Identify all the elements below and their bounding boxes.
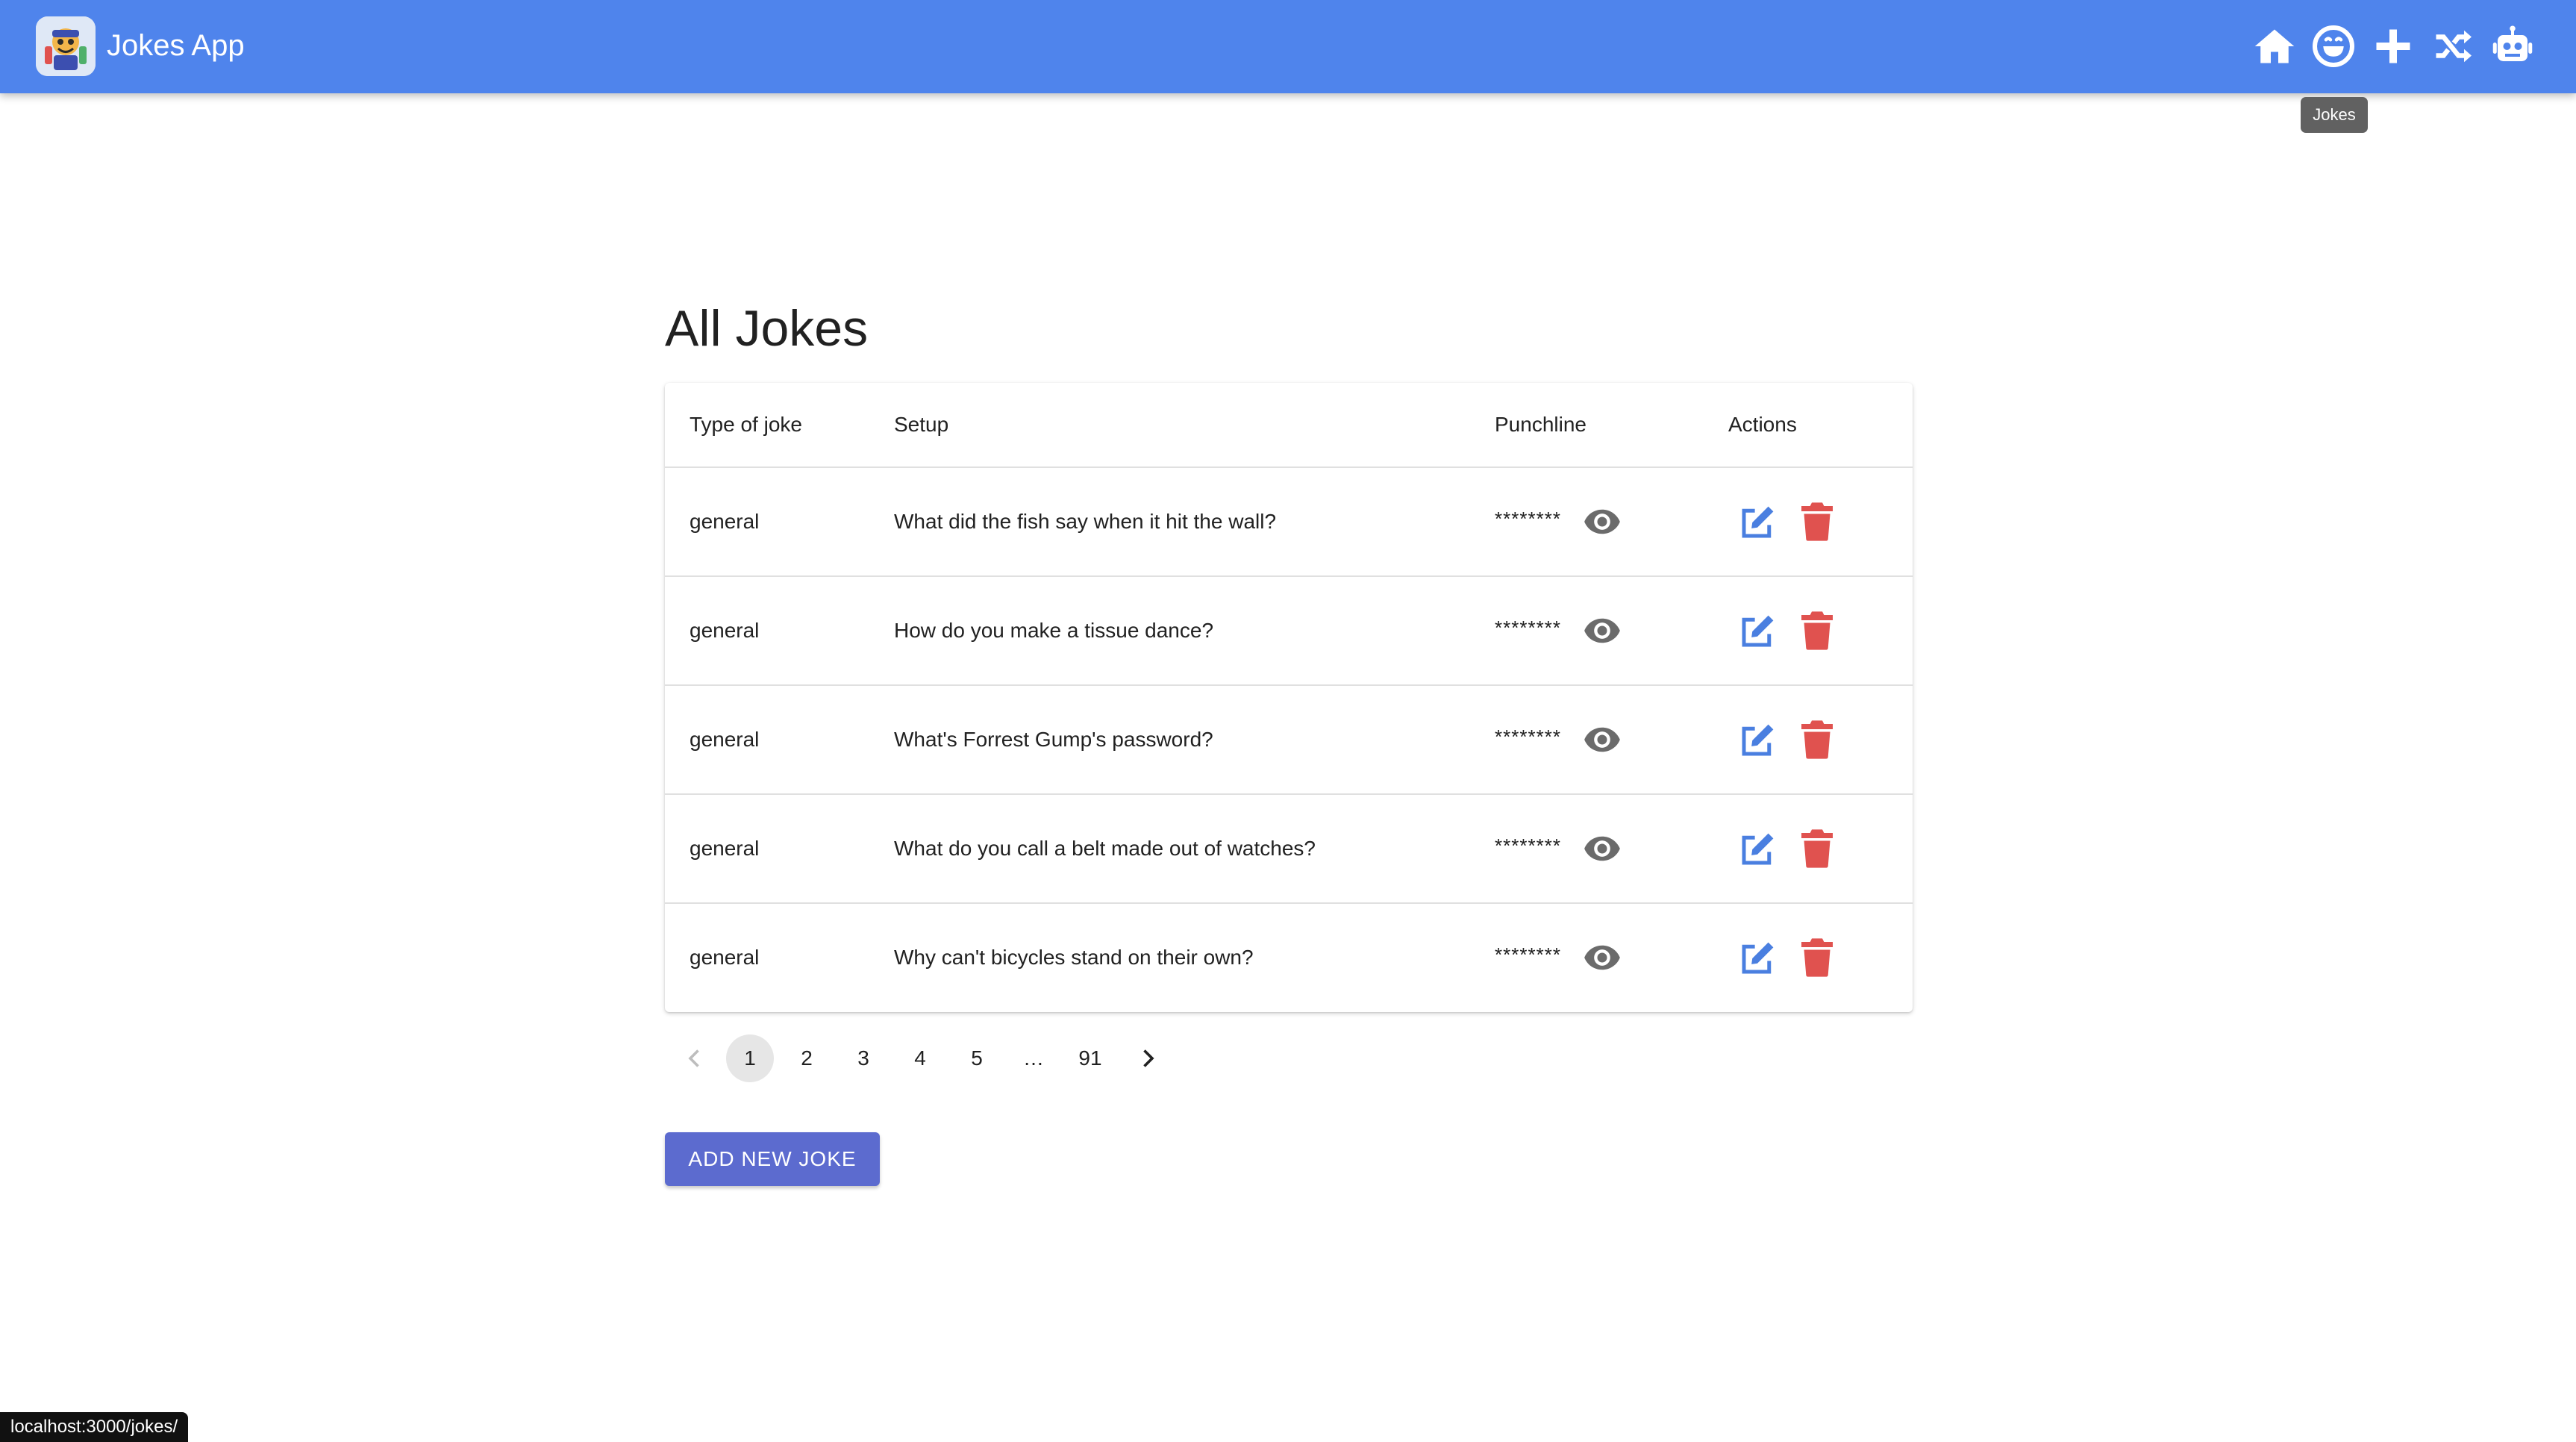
joke-setup: What do you call a belt made out of watc… xyxy=(894,837,1316,860)
joke-setup: What's Forrest Gump's password? xyxy=(894,728,1213,751)
logo-image xyxy=(36,16,96,76)
table-row: general What's Forrest Gump's password? … xyxy=(665,686,1913,795)
robot-icon[interactable] xyxy=(2490,24,2535,69)
punchline-mask: ******** xyxy=(1495,507,1561,530)
delete-icon[interactable] xyxy=(1798,828,1836,870)
table-row: general What did the fish say when it hi… xyxy=(665,468,1913,577)
edit-icon[interactable] xyxy=(1737,611,1778,652)
header-punchline: Punchline xyxy=(1495,413,1586,436)
app-bar: Jokes App xyxy=(0,0,2576,93)
eye-icon[interactable] xyxy=(1583,611,1622,650)
shuffle-icon[interactable] xyxy=(2430,24,2475,69)
edit-icon[interactable] xyxy=(1737,720,1778,761)
page-3[interactable]: 3 xyxy=(840,1034,887,1082)
punchline-mask: ******** xyxy=(1495,834,1561,857)
status-url: localhost:3000/jokes/ xyxy=(0,1412,189,1442)
delete-icon[interactable] xyxy=(1798,719,1836,761)
page-2[interactable]: 2 xyxy=(783,1034,831,1082)
page-4[interactable]: 4 xyxy=(896,1034,944,1082)
jokes-table: Type of joke Setup Punchline Actions gen… xyxy=(665,383,1913,1012)
punchline-masked: ******** xyxy=(1495,795,1561,902)
app-title[interactable]: Jokes App xyxy=(107,27,245,64)
eye-icon[interactable] xyxy=(1583,829,1622,868)
plus-icon[interactable] xyxy=(2371,24,2416,69)
eye-icon[interactable] xyxy=(1583,938,1622,977)
edit-icon[interactable] xyxy=(1737,829,1778,870)
page-91[interactable]: 91 xyxy=(1066,1034,1114,1082)
delete-icon[interactable] xyxy=(1798,610,1836,652)
app-logo[interactable] xyxy=(36,16,96,76)
punchline-masked: ******** xyxy=(1495,577,1561,684)
next-page-icon[interactable] xyxy=(1134,1045,1161,1072)
table-header-row: Type of joke Setup Punchline Actions xyxy=(665,383,1913,468)
eye-icon[interactable] xyxy=(1583,720,1622,759)
joke-type: general xyxy=(690,728,760,751)
joke-setup: Why can't bicycles stand on their own? xyxy=(894,946,1254,969)
delete-icon[interactable] xyxy=(1798,501,1836,543)
punchline-masked: ******** xyxy=(1495,904,1561,1011)
page-1[interactable]: 1 xyxy=(726,1034,774,1082)
joke-smile-icon[interactable] xyxy=(2311,24,2356,69)
add-new-joke-button[interactable]: ADD NEW JOKE xyxy=(665,1132,880,1186)
joke-type: general xyxy=(690,510,760,533)
joke-type: general xyxy=(690,619,760,642)
table-row: general How do you make a tissue dance? … xyxy=(665,577,1913,686)
header-actions: Actions xyxy=(1728,413,1797,436)
nav-tooltip: Jokes xyxy=(2301,97,2368,133)
joke-setup: How do you make a tissue dance? xyxy=(894,619,1214,642)
edit-icon[interactable] xyxy=(1737,938,1778,978)
punchline-mask: ******** xyxy=(1495,943,1561,966)
page-title: All Jokes xyxy=(665,300,869,357)
punchline-mask: ******** xyxy=(1495,616,1561,639)
page-ellipsis: … xyxy=(1023,1046,1044,1070)
joke-type: general xyxy=(690,946,760,969)
table-row: general What do you call a belt made out… xyxy=(665,795,1913,904)
joke-type: general xyxy=(690,837,760,860)
header-setup: Setup xyxy=(894,413,949,436)
punchline-mask: ******** xyxy=(1495,725,1561,748)
edit-icon[interactable] xyxy=(1737,502,1778,543)
previous-page-icon[interactable] xyxy=(681,1045,708,1072)
joke-setup: What did the fish say when it hit the wa… xyxy=(894,510,1277,533)
eye-icon[interactable] xyxy=(1583,502,1622,541)
header-type: Type of joke xyxy=(690,413,802,436)
punchline-masked: ******** xyxy=(1495,686,1561,793)
delete-icon[interactable] xyxy=(1798,937,1836,978)
punchline-masked: ******** xyxy=(1495,468,1561,575)
page-5[interactable]: 5 xyxy=(953,1034,1001,1082)
home-icon[interactable] xyxy=(2252,24,2297,69)
table-row: general Why can't bicycles stand on thei… xyxy=(665,904,1913,1011)
